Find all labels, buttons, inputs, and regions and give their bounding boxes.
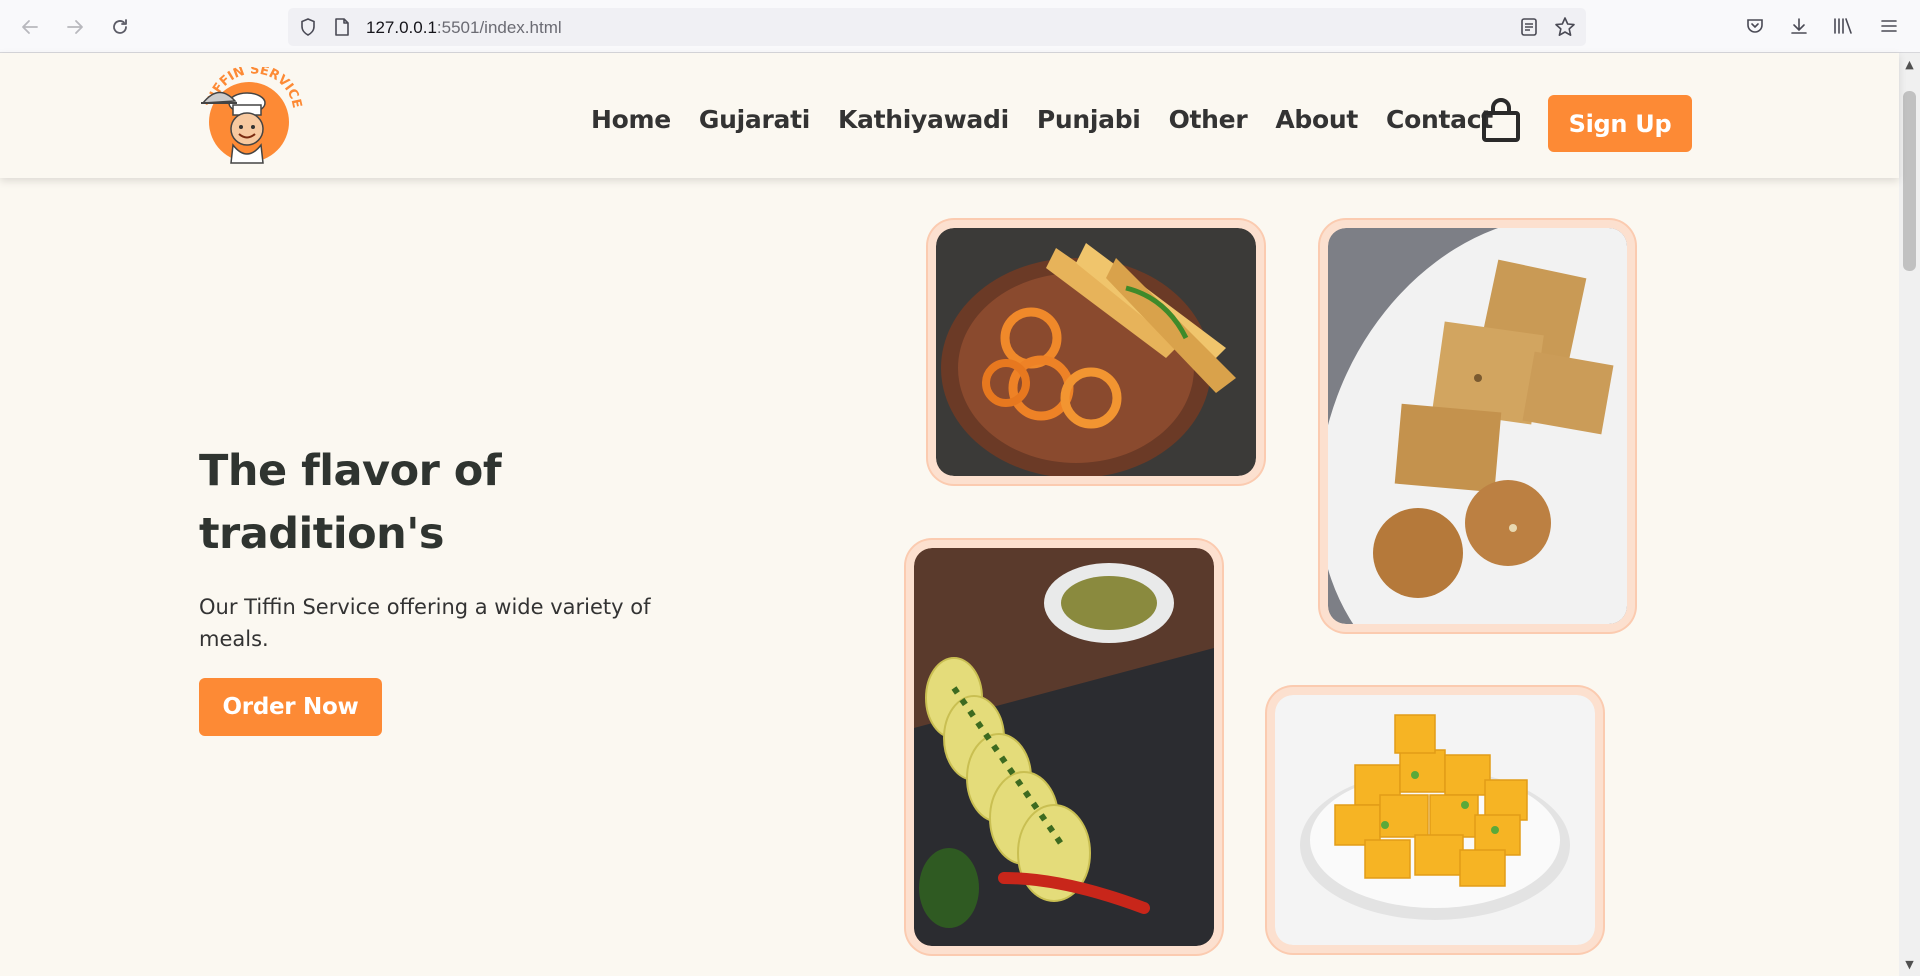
sweets-barfi-ladoo-image [1320,220,1635,632]
reload-icon[interactable] [104,11,136,43]
nav-kathiyawadi[interactable]: Kathiyawadi [838,105,1009,134]
shopping-bag-icon[interactable] [1479,97,1523,143]
hero-title-line1: The flavor of [199,446,502,496]
pocket-icon[interactable] [1741,12,1769,40]
menu-icon[interactable] [1875,12,1903,40]
hero-subtitle: Our Tiffin Service offering a wide varie… [199,595,651,651]
scroll-up-icon[interactable]: ▲ [1904,59,1915,70]
main-nav: Home Gujarati Kathiyawadi Punjabi Other … [591,105,1521,134]
site-header: TIFFIN SERVICE Home Gujarati Kathiyawadi… [0,53,1899,178]
hero-title: The flavor of tradition's [199,440,719,566]
shield-icon[interactable] [298,17,318,41]
tiffin-service-logo[interactable]: TIFFIN SERVICE [197,62,304,167]
reader-view-icon[interactable] [1520,17,1538,41]
url-bar[interactable]: 127.0.0.1:5501/index.html [288,8,1586,46]
nav-home[interactable]: Home [591,105,671,134]
scroll-thumb[interactable] [1903,91,1916,271]
nav-other[interactable]: Other [1169,105,1248,134]
url-text[interactable]: 127.0.0.1:5501/index.html [366,18,562,38]
khandvi-image [906,540,1222,954]
page-scrollbar[interactable]: ▲ ▼ [1899,53,1920,976]
order-now-button[interactable]: Order Now [199,678,382,736]
browser-toolbar: 127.0.0.1:5501/index.html [0,0,1920,53]
download-icon[interactable] [1785,12,1813,40]
bookmark-star-icon[interactable] [1554,16,1576,42]
jalebi-fafda-image [928,220,1264,484]
library-icon[interactable] [1829,12,1857,40]
signup-button[interactable]: Sign Up [1548,95,1692,152]
dhokla-image [1267,687,1603,953]
nav-punjabi[interactable]: Punjabi [1037,105,1141,134]
nav-about[interactable]: About [1275,105,1358,134]
nav-contact[interactable]: Contact [1386,105,1493,134]
forward-arrow-icon[interactable] [59,11,91,43]
hero-title-line2: tradition's [199,509,445,559]
nav-gujarati[interactable]: Gujarati [699,105,810,134]
scroll-down-icon[interactable]: ▼ [1904,959,1915,970]
page-info-icon[interactable] [333,17,351,41]
back-arrow-icon[interactable] [14,11,46,43]
